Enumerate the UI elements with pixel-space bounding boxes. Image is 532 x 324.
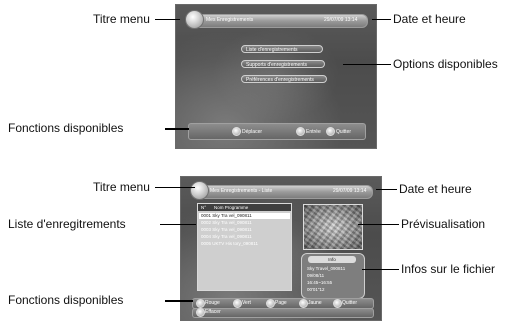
menu-screen-main: Mes Enregistrements 29/07/09 13:14 Liste… xyxy=(175,4,377,149)
option-label: Supports d'enregistrements xyxy=(246,62,307,68)
green-key-icon xyxy=(233,299,242,308)
callout-functions: Fonctions disponibles xyxy=(8,293,124,307)
callout-line xyxy=(376,189,397,190)
menu-screen-list: Mes Enregistrements - Liste 29/07/09 13:… xyxy=(180,176,382,321)
callout-preview: Prévisualisation xyxy=(401,217,486,231)
yellow-key-icon xyxy=(299,299,308,308)
callout-functions: Fonctions disponibles xyxy=(8,121,124,135)
option-recordings-list[interactable]: Liste d'enregistrements xyxy=(241,45,323,53)
row-name: Sky Tra vel_090811 xyxy=(212,234,252,239)
row-number: 0005 xyxy=(201,241,212,246)
row-number: 0001 xyxy=(201,213,212,218)
date-time: 29/07/09 13:14 xyxy=(324,17,358,23)
column-program-name: Nom Programme xyxy=(214,205,249,210)
list-item[interactable]: 0001 Sky Tra vel_090811 xyxy=(199,213,290,219)
callout-line xyxy=(155,187,195,188)
option-label: Préférences d'enregistrements xyxy=(246,77,314,83)
list-header: N° Nom Programme xyxy=(198,204,291,211)
callout-file-info: Infos sur le fichier xyxy=(401,262,496,276)
page-key-icon xyxy=(266,299,275,308)
info-line: Sky Travel_090811 xyxy=(307,266,346,271)
callout-line xyxy=(165,128,189,130)
red-key-icon xyxy=(196,299,205,308)
list-item[interactable]: 0002 Sky Tra vel_090811 xyxy=(199,220,290,226)
callout-options: Options disponibles xyxy=(393,57,498,71)
option-recording-media[interactable]: Supports d'enregistrements xyxy=(241,60,325,68)
callout-line xyxy=(155,19,180,20)
row-name: Sky Tra vel_090811 xyxy=(212,220,252,225)
callout-line xyxy=(343,64,391,65)
option-recording-preferences[interactable]: Préférences d'enregistrements xyxy=(241,75,327,83)
date-time: 29/07/09 13:14 xyxy=(333,188,367,194)
callout-line xyxy=(358,224,399,225)
callout-title-menu: Titre menu xyxy=(93,12,150,26)
recordings-list: N° Nom Programme 0001 Sky Tra vel_090811… xyxy=(197,203,292,291)
menu-title: Mes Enregistrements - Liste xyxy=(210,188,273,194)
function-label: Déplacer xyxy=(242,129,263,135)
navigate-key-icon xyxy=(232,127,241,136)
info-line: 16:45~16:55 xyxy=(307,280,333,285)
row-name: UKTV His tory_090811 xyxy=(212,241,258,246)
exit-key-icon xyxy=(326,127,335,136)
row-number: 0002 xyxy=(201,220,212,225)
info-title: Info xyxy=(308,256,356,263)
info-line: 00'01"12 xyxy=(307,287,325,292)
list-item[interactable]: 0004 Sky Tra vel_090811 xyxy=(199,234,290,240)
menu-title: Mes Enregistrements xyxy=(206,17,254,23)
delete-key-icon xyxy=(196,308,205,317)
function-label: Quitter xyxy=(342,300,358,306)
logo-icon xyxy=(190,181,209,200)
callout-recordings-list: Liste d'enregitrements xyxy=(8,217,126,231)
preview-thumbnail xyxy=(303,204,363,250)
function-label: Jaune xyxy=(308,300,322,306)
function-label: Rouge xyxy=(205,300,220,306)
row-name: Sky Tra vel_090811 xyxy=(212,213,252,218)
file-info-panel: Info Sky Travel_090811 09/08/11 16:45~16… xyxy=(301,253,365,299)
ok-key-icon xyxy=(296,127,305,136)
callout-line xyxy=(362,269,399,270)
row-name: Sky Tra vel_090811 xyxy=(212,227,252,232)
function-label: Vert xyxy=(242,300,251,306)
row-number: 0003 xyxy=(201,227,212,232)
callout-date-time: Date et heure xyxy=(399,182,472,196)
callout-line xyxy=(165,300,193,302)
list-item[interactable]: 0003 Sky Tra vel_090811 xyxy=(199,227,290,233)
callout-date-time: Date et heure xyxy=(393,12,466,26)
function-label: Effacer xyxy=(205,309,221,315)
function-label: Quitter xyxy=(336,129,352,135)
column-number: N° xyxy=(201,205,207,210)
callout-line xyxy=(372,19,391,20)
callout-title-menu: Titre menu xyxy=(93,180,150,194)
row-number: 0004 xyxy=(201,234,212,239)
list-item[interactable]: 0005 UKTV His tory_090811 xyxy=(199,241,290,247)
callout-line xyxy=(160,224,196,225)
info-line: 09/08/11 xyxy=(307,273,325,278)
function-label: Entrée xyxy=(306,129,321,135)
logo-icon xyxy=(185,10,204,29)
option-label: Liste d'enregistrements xyxy=(246,47,298,53)
exit-key-icon xyxy=(333,299,342,308)
function-label: Page xyxy=(275,300,287,306)
